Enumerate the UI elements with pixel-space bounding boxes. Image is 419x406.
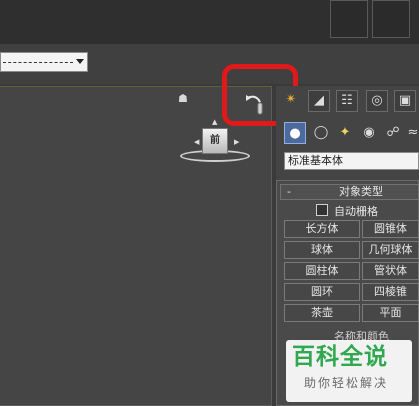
command-panel-tabs: ✴ ◢ ☷ ◎ ▣ (276, 86, 419, 116)
plane-button[interactable]: 平面 (362, 304, 419, 322)
teapot-button[interactable]: 茶壶 (284, 304, 360, 322)
cylinder-button[interactable]: 圆柱体 (284, 262, 360, 280)
geosphere-button[interactable]: 几何球体 (362, 241, 419, 259)
create-tab-icon[interactable]: ✴ (280, 90, 302, 112)
watermark-title: 百科全说 (292, 344, 388, 370)
spacewarps-icon[interactable]: ≈ (402, 122, 419, 144)
watermark-subtitle: 助你轻松解决 (304, 376, 389, 390)
view-dropdown[interactable] (0, 52, 88, 72)
lights-icon[interactable]: ✦ (334, 122, 356, 144)
modify-tab-icon[interactable]: ◢ (308, 90, 330, 112)
dropdown-value (3, 62, 73, 63)
tube-button[interactable]: 管状体 (362, 262, 419, 280)
viewport[interactable] (0, 86, 272, 406)
chevron-down-icon (76, 59, 84, 64)
toolbar-button[interactable] (372, 0, 410, 38)
rollout-toggle[interactable]: - (287, 185, 291, 199)
viewcube[interactable]: 前 (202, 128, 228, 154)
checkbox-icon[interactable] (316, 204, 328, 216)
top-toolbar (0, 0, 419, 44)
torus-button[interactable]: 圆环 (284, 283, 360, 301)
motion-tab-icon[interactable]: ◎ (366, 90, 388, 112)
hierarchy-tab-icon[interactable]: ☷ (336, 90, 358, 112)
box-button[interactable]: 长方体 (284, 220, 360, 238)
rollout-header[interactable]: - 对象类型 (280, 184, 419, 200)
viewcube-label: 前 (210, 135, 220, 146)
arrow-left-icon[interactable]: ◀ (194, 138, 199, 146)
autogrid-label: 自动栅格 (334, 205, 378, 218)
home-icon[interactable]: ☗ (178, 92, 188, 105)
toolbar-button[interactable] (330, 0, 368, 38)
geometry-icon[interactable]: ● (284, 122, 306, 144)
cameras-icon[interactable]: ◉ (358, 122, 380, 144)
shapes-icon[interactable]: ◯ (310, 122, 332, 144)
helpers-icon[interactable]: ☍ (382, 122, 404, 144)
create-category-icons: ● ◯ ✦ ◉ ☍ ≈ (276, 120, 419, 146)
rollout-title: 对象类型 (339, 185, 383, 198)
display-tab-icon[interactable]: ▣ (394, 90, 416, 112)
cone-button[interactable]: 圆锥体 (362, 220, 419, 238)
sphere-button[interactable]: 球体 (284, 241, 360, 259)
arrow-up-icon[interactable]: ▲ (212, 118, 217, 126)
autogrid-checkbox[interactable]: 自动栅格 (316, 204, 378, 219)
arrow-right-icon[interactable]: ▶ (234, 138, 239, 146)
category-dropdown[interactable]: 标准基本体 (284, 152, 419, 170)
pyramid-button[interactable]: 四棱锥 (362, 283, 419, 301)
